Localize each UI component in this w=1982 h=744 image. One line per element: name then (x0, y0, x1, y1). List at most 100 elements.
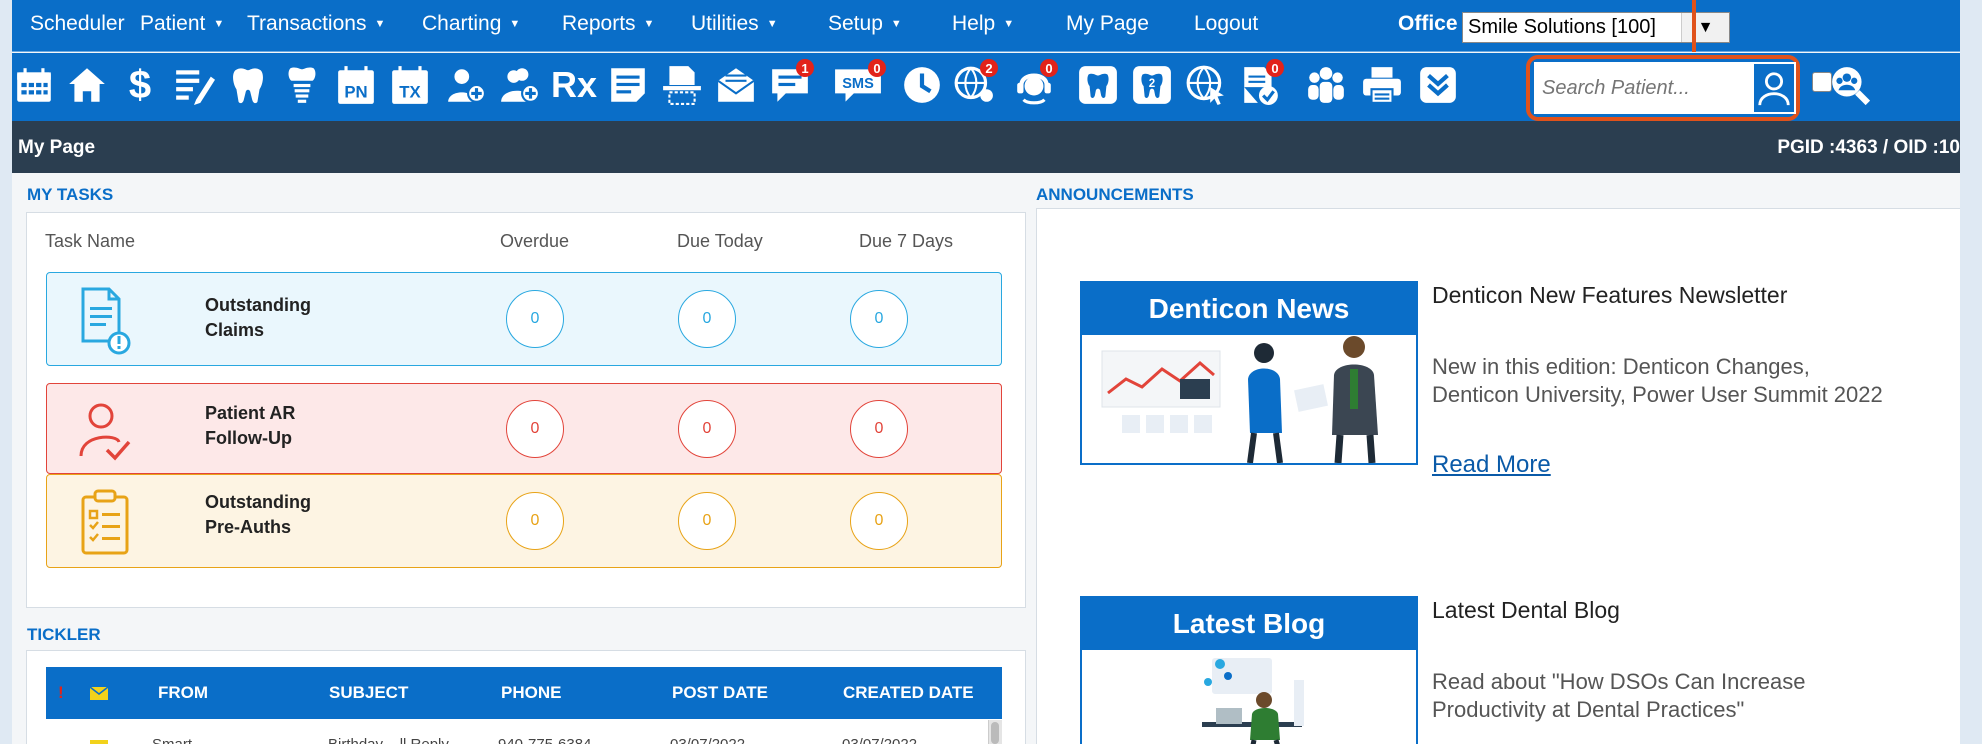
implant-tooth-icon[interactable] (280, 63, 324, 107)
task-name: Patient AR Follow-Up (205, 403, 296, 448)
mail-letter-icon[interactable] (714, 63, 758, 107)
col-overdue: Overdue (500, 231, 570, 251)
support-agent-icon[interactable]: 0 (1012, 59, 1058, 107)
task-row-outstanding-preauths[interactable]: Outstanding Pre-Auths 0 0 0 (46, 474, 1002, 568)
claim-document-icon (81, 287, 131, 355)
due-7-days-count[interactable]: 0 (850, 290, 908, 348)
col-post-date[interactable]: POST DATE (672, 683, 768, 703)
sms-label: SMS (842, 76, 874, 92)
blog-illustration (1082, 650, 1416, 744)
messages-icon[interactable]: 1 (768, 59, 814, 107)
page-ids: PGID :4363 / OID :10 (1777, 137, 1960, 158)
due-today-count[interactable]: 0 (678, 400, 736, 458)
envelope-icon (90, 736, 108, 744)
read-more-link[interactable]: Read More (1432, 451, 1551, 479)
search-option-checkbox[interactable] (1812, 72, 1832, 92)
prescription-icon[interactable]: Rx (551, 63, 597, 107)
col-created-date[interactable]: CREATED DATE (843, 683, 974, 703)
col-subject[interactable]: SUBJECT (329, 683, 408, 703)
overdue-count[interactable]: 0 (506, 290, 564, 348)
envelope-icon[interactable] (89, 685, 109, 705)
newsletter-illustration (1082, 335, 1416, 463)
print-icon[interactable] (1360, 63, 1404, 107)
menu-setup[interactable]: Setup ▼ (828, 12, 902, 36)
caret-down-icon: ▼ (509, 18, 521, 30)
menu-label: Logout (1194, 12, 1259, 35)
priority-flag-icon[interactable]: ! (58, 683, 64, 703)
tickler-from: Smart... (152, 736, 205, 744)
clock-icon[interactable] (900, 63, 944, 107)
chevrons-down-icon[interactable] (1416, 63, 1460, 107)
tickler-label: TICKLER (27, 625, 101, 644)
col-due-7-days: Due 7 Days (859, 231, 954, 251)
people-icon[interactable] (1304, 63, 1348, 107)
support-badge: 0 (1040, 59, 1058, 77)
overdue-count[interactable]: 0 (506, 492, 564, 550)
patient-search-button[interactable] (1752, 62, 1796, 114)
task-row-outstanding-claims[interactable]: Outstanding Claims 0 0 0 (46, 272, 1002, 366)
due-7-days-count[interactable]: 0 (850, 400, 908, 458)
menu-charting[interactable]: Charting ▼ (422, 12, 520, 36)
treatment-plan-icon[interactable]: TX (388, 63, 432, 107)
caret-down-icon: ▼ (766, 18, 778, 30)
menu-reports[interactable]: Reports ▼ (562, 12, 654, 36)
edit-notes-icon[interactable] (172, 63, 216, 107)
menu-my-page[interactable]: My Page (1066, 12, 1149, 36)
overdue-count[interactable]: 0 (506, 400, 564, 458)
chevron-down-icon[interactable]: ▼ (1681, 13, 1729, 42)
col-from[interactable]: FROM (158, 683, 208, 703)
sms-icon[interactable]: SMS 0 (832, 59, 886, 107)
announcement-title: Latest Dental Blog (1432, 597, 1620, 623)
blog-thumbnail[interactable]: Latest Blog (1080, 596, 1418, 744)
dollar-icon[interactable]: $ (118, 63, 162, 107)
tickler-subject: Birthday ...ll Reply (328, 736, 449, 744)
tooth-icon[interactable] (226, 63, 270, 107)
menu-help[interactable]: Help ▼ (952, 12, 1014, 36)
app-window: Scheduler Patient ▼ Transactions ▼ Chartin… (12, 0, 1960, 744)
scan-document-icon[interactable] (660, 63, 704, 107)
col-phone[interactable]: PHONE (501, 683, 561, 703)
group-search-icon[interactable] (1828, 63, 1872, 107)
newsletter-thumbnail[interactable]: Denticon News (1080, 281, 1418, 465)
caret-down-icon: ▼ (374, 18, 386, 30)
menu-label: Utilities (691, 12, 759, 35)
tickler-scroll-thumb[interactable] (991, 722, 999, 744)
menu-label: Reports (562, 12, 636, 35)
note-icon[interactable] (606, 63, 650, 107)
main-menu-bar: Scheduler Patient ▼ Transactions ▼ Chartin… (12, 0, 1960, 52)
messages-badge: 1 (796, 59, 814, 77)
due-today-count[interactable]: 0 (678, 492, 736, 550)
menu-label: Setup (828, 12, 883, 35)
menu-label: Charting (422, 12, 502, 35)
office-select[interactable]: Smile Solutions [100] ▼ (1462, 12, 1730, 43)
menu-patient[interactable]: Patient ▼ (140, 12, 224, 36)
web-users-icon[interactable]: 2 (952, 59, 998, 107)
progress-notes-icon[interactable]: PN (334, 63, 378, 107)
globe-cursor-icon[interactable] (1184, 63, 1228, 107)
menu-transactions[interactable]: Transactions ▼ (247, 12, 385, 36)
home-icon[interactable] (65, 63, 109, 107)
pn-label: PN (344, 83, 367, 102)
due-7-days-count[interactable]: 0 (850, 492, 908, 550)
page-title: My Page (18, 137, 96, 158)
menu-label: My Page (1066, 12, 1149, 35)
tickler-table-header: ! FROM SUBJECT PHONE POST DATE CREATED D… (46, 667, 1002, 719)
tooth-chart-icon[interactable] (1076, 63, 1120, 107)
tickler-phone: 940-775-6384 (498, 736, 591, 744)
add-patient-icon[interactable] (444, 63, 488, 107)
add-family-icon[interactable] (498, 63, 542, 107)
col-task-name: Task Name (45, 231, 136, 251)
tooth-numbered-icon[interactable]: 2 (1130, 63, 1174, 107)
due-today-count[interactable]: 0 (678, 290, 736, 348)
document-check-icon[interactable]: 0 (1238, 59, 1284, 107)
caret-down-icon: ▼ (1003, 18, 1015, 30)
annotation-pointer-line (1692, 0, 1696, 52)
task-name: Outstanding Claims (205, 295, 311, 340)
menu-utilities[interactable]: Utilities ▼ (691, 12, 778, 36)
task-row-patient-ar[interactable]: Patient AR Follow-Up 0 0 0 (46, 383, 1002, 474)
office-value: Smile Solutions [100] (1468, 16, 1656, 38)
menu-scheduler[interactable]: Scheduler (30, 12, 125, 36)
menu-logout[interactable]: Logout (1194, 12, 1258, 36)
patient-search-input[interactable] (1534, 62, 1756, 114)
calendar-icon[interactable] (12, 63, 56, 107)
